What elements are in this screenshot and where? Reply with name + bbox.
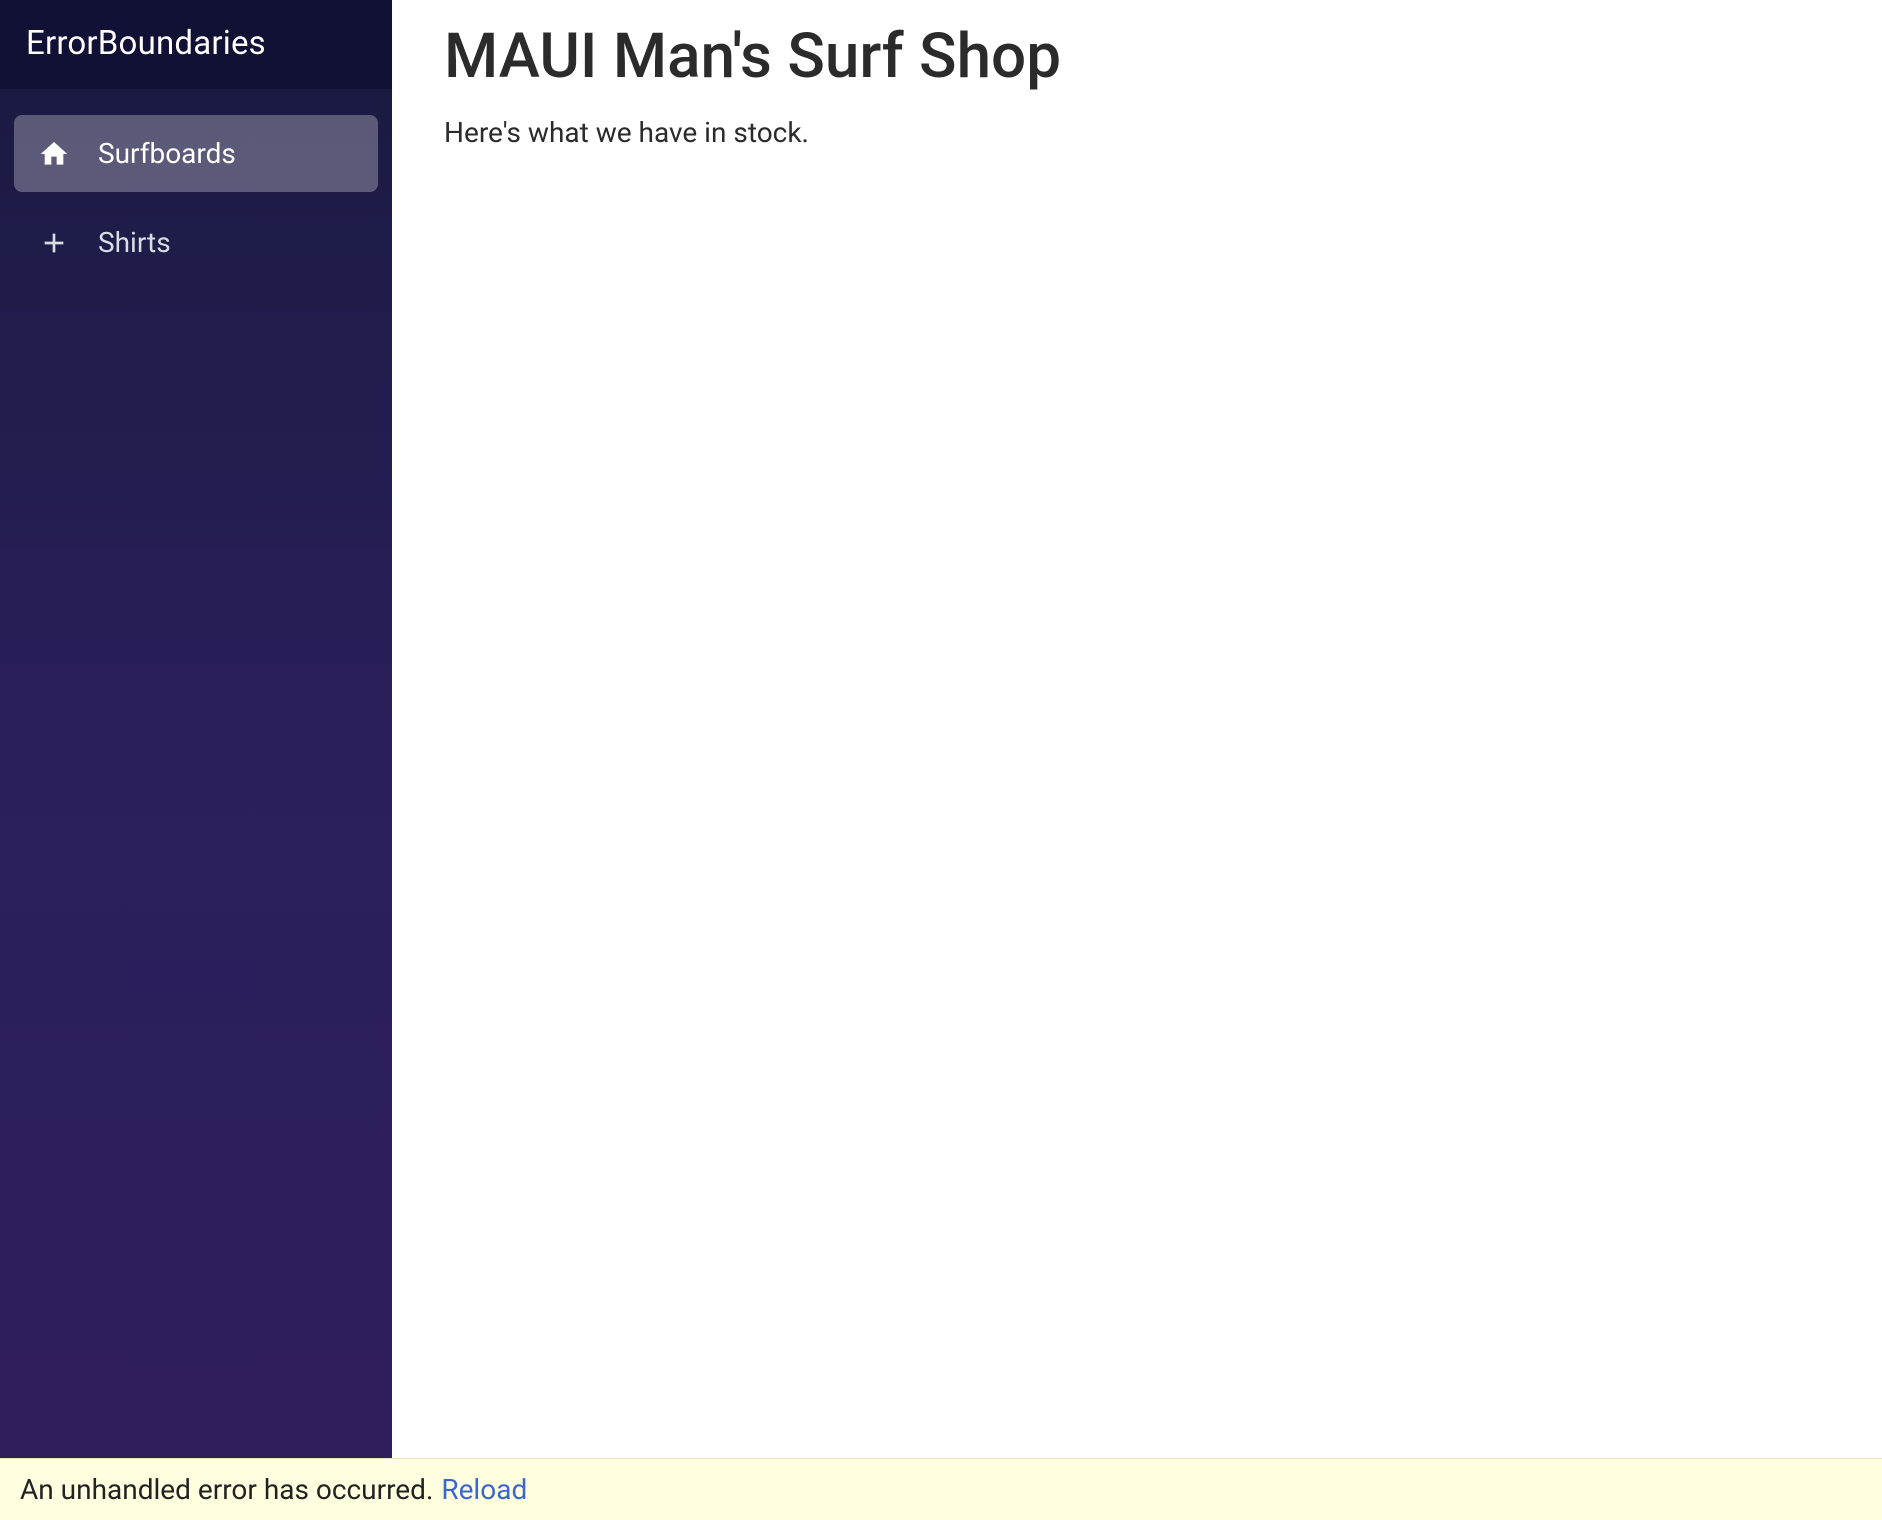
app-title: ErrorBoundaries [26,24,366,63]
page-title: MAUI Man's Surf Shop [444,18,1830,96]
plus-icon [38,227,70,259]
reload-link[interactable]: Reload [441,1473,527,1506]
sidebar: ErrorBoundaries Surfboards Shirts [0,0,392,1520]
page-subtitle: Here's what we have in stock. [444,116,1830,149]
sidebar-item-label: Shirts [98,226,171,259]
error-bar: An unhandled error has occurred. Reload [0,1458,1882,1520]
error-message: An unhandled error has occurred. [20,1473,433,1506]
sidebar-nav: Surfboards Shirts [0,89,392,281]
main-content: MAUI Man's Surf Shop Here's what we have… [392,0,1882,1520]
sidebar-item-shirts[interactable]: Shirts [14,204,378,281]
sidebar-item-surfboards[interactable]: Surfboards [14,115,378,192]
sidebar-item-label: Surfboards [98,137,236,170]
sidebar-header: ErrorBoundaries [0,0,392,89]
home-icon [38,138,70,170]
app-root: ErrorBoundaries Surfboards Shirts MAUI M… [0,0,1882,1520]
